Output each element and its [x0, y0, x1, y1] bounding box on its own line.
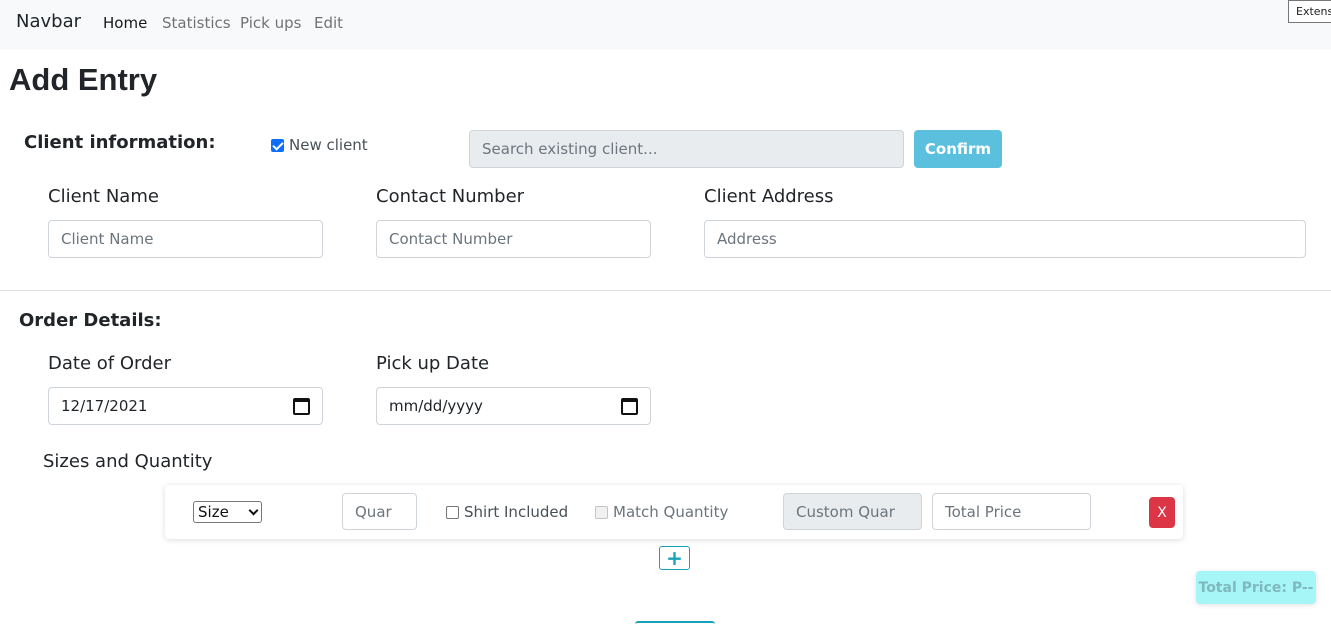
- calendar-icon[interactable]: [621, 397, 638, 415]
- client-address-label: Client Address: [704, 186, 834, 207]
- client-section-title: Client information:: [24, 132, 216, 153]
- navbar-brand[interactable]: Navbar: [16, 11, 81, 32]
- pickup-date-input[interactable]: mm/dd/yyyy: [376, 387, 651, 425]
- shirt-included-checkbox[interactable]: [446, 505, 459, 519]
- add-size-button[interactable]: +: [659, 546, 690, 570]
- contact-number-label: Contact Number: [376, 186, 525, 207]
- remove-size-button[interactable]: X: [1149, 497, 1175, 528]
- quantity-input[interactable]: Quar: [342, 493, 417, 530]
- new-client-checkbox[interactable]: [271, 138, 284, 152]
- match-quantity-checkbox[interactable]: [595, 505, 608, 519]
- confirm-button[interactable]: Confirm: [914, 130, 1002, 168]
- new-client-label: New client: [289, 136, 368, 154]
- extension-tag: Extens: [1288, 0, 1331, 23]
- client-name-input[interactable]: Client Name: [48, 220, 323, 258]
- contact-number-input[interactable]: Contact Number: [376, 220, 651, 258]
- total-price-badge: Total Price: P--: [1196, 571, 1316, 604]
- nav-link-home[interactable]: Home: [103, 14, 147, 32]
- total-price-input[interactable]: Total Price: [932, 493, 1091, 530]
- plus-icon: +: [666, 546, 683, 570]
- date-of-order-value: 12/17/2021: [61, 397, 148, 415]
- chevron-down-icon: [248, 505, 259, 515]
- order-section-title: Order Details:: [19, 310, 162, 331]
- navbar: Navbar Home Statistics Pick ups Edit: [0, 0, 1331, 49]
- client-address-input[interactable]: Address: [704, 220, 1306, 258]
- nav-link-statistics[interactable]: Statistics: [162, 14, 231, 32]
- nav-link-pickups[interactable]: Pick ups: [240, 14, 301, 32]
- section-divider: [0, 290, 1331, 291]
- size-select[interactable]: Size: [193, 501, 262, 523]
- custom-quantity-input[interactable]: Custom Quar: [783, 493, 922, 530]
- date-of-order-input[interactable]: 12/17/2021: [48, 387, 323, 425]
- new-client-checkbox-row[interactable]: New client: [271, 136, 368, 154]
- page-title: Add Entry: [9, 62, 158, 97]
- search-client-input[interactable]: Search existing client...: [469, 130, 904, 168]
- size-select-value: Size: [198, 503, 229, 521]
- date-of-order-label: Date of Order: [48, 353, 171, 374]
- client-name-label: Client Name: [48, 186, 159, 207]
- pickup-date-placeholder: mm/dd/yyyy: [389, 397, 483, 415]
- shirt-included-label: Shirt Included: [464, 503, 569, 521]
- calendar-icon[interactable]: [293, 397, 310, 415]
- match-quantity-label: Match Quantity: [613, 503, 729, 521]
- shirt-included-row[interactable]: Shirt Included: [446, 503, 568, 521]
- pickup-date-label: Pick up Date: [376, 353, 490, 374]
- sizes-quantity-label: Sizes and Quantity: [43, 451, 213, 472]
- match-quantity-row[interactable]: Match Quantity: [595, 503, 728, 521]
- nav-link-edit[interactable]: Edit: [314, 14, 343, 32]
